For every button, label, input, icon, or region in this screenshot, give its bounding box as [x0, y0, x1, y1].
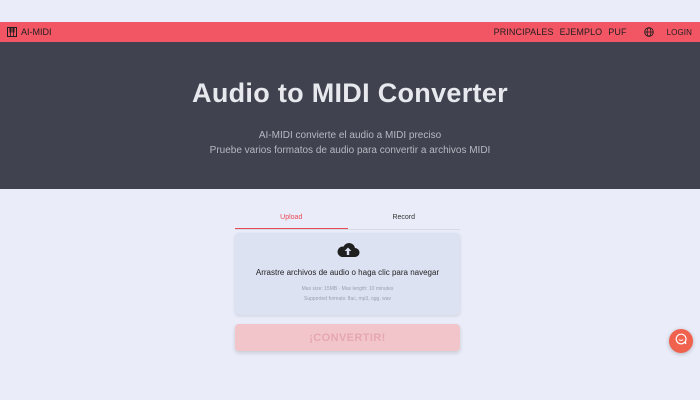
nav-link-ejemplo[interactable]: EJEMPLO [560, 27, 603, 37]
input-tabs: Upload Record [235, 209, 460, 230]
convert-button[interactable]: ¡CONVERTIR! [235, 324, 460, 351]
hero-subtitle-line-2: Pruebe varios formatos de audio para con… [209, 145, 491, 156]
hero-subtitle: AI-MIDI convierte el audio a MIDI precis… [0, 128, 700, 158]
chat-icon [675, 332, 687, 350]
nav-links: PRINCIPALES EJEMPLO PUF LOGIN [494, 27, 692, 37]
nav-link-principales[interactable]: PRINCIPALES [494, 27, 554, 37]
hero-subtitle-line-1: AI-MIDI convierte el audio a MIDI precis… [258, 130, 442, 141]
nav-link-puf[interactable]: PUF [608, 27, 626, 37]
chat-button[interactable] [669, 329, 693, 353]
dropzone-instructions: Arrastre archivos de audio o haga clic p… [255, 268, 440, 277]
brand-name: AI-MIDI [21, 27, 52, 37]
tab-upload[interactable]: Upload [235, 209, 348, 229]
hero-section: Audio to MIDI Converter AI-MIDI conviert… [0, 42, 700, 189]
brand-logo[interactable]: AI-MIDI [7, 27, 52, 37]
top-strip [0, 0, 700, 22]
dropzone-formats: Supported formats: flac, mp3, ogg, wav [304, 296, 391, 302]
globe-icon[interactable] [643, 27, 654, 37]
file-dropzone[interactable]: Arrastre archivos de audio o haga clic p… [235, 233, 460, 315]
piano-icon [7, 27, 17, 37]
login-link[interactable]: LOGIN [667, 28, 692, 37]
navbar: AI-MIDI PRINCIPALES EJEMPLO PUF LOGIN [0, 22, 700, 42]
cloud-upload-icon [336, 241, 360, 264]
dropzone-limits: Max size: 15MB · Max length: 10 minutes [301, 286, 394, 292]
page-title: Audio to MIDI Converter [192, 78, 508, 108]
tab-record[interactable]: Record [348, 209, 461, 229]
